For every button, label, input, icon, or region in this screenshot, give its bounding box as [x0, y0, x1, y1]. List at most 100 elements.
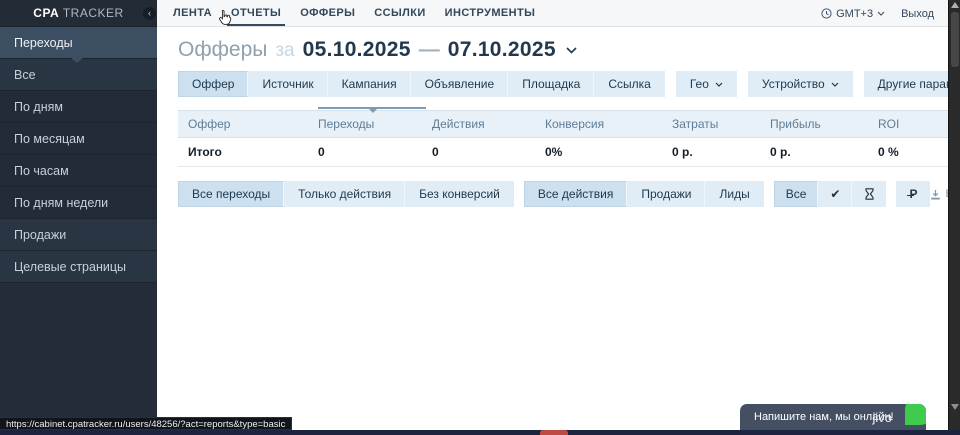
actions-filter-group: Все действия Продажи Лиды [524, 181, 764, 207]
report-preposition: за [275, 40, 294, 62]
status-filter-approved[interactable]: ✔ [818, 181, 852, 207]
col-costs[interactable]: Затраты [662, 111, 760, 137]
date-from[interactable]: 05.10.2025 [303, 38, 411, 62]
tab-links[interactable]: ССЫЛКИ [374, 1, 425, 25]
filter-other-params[interactable]: Другие параметры [864, 71, 960, 97]
sidebar-item-by-days[interactable]: По дням [0, 91, 157, 123]
traffic-filter-all[interactable]: Все переходы [178, 181, 284, 207]
logout-link[interactable]: Выход [901, 8, 934, 20]
scrollbar-up-arrow-icon[interactable] [951, 2, 959, 8]
total-profit: 0 р. [760, 138, 868, 166]
dimension-tabs: Оффер Источник Кампания Объявление Площа… [178, 71, 665, 97]
sidebar-header: CPA TRACKER ‹ [0, 0, 157, 27]
col-actions[interactable]: Действия [422, 111, 535, 137]
dim-tab-source[interactable]: Источник [248, 71, 327, 97]
report-title: Офферы за 05.10.2025 — 07.10.2025 [178, 38, 948, 62]
traffic-filter-no-conversions[interactable]: Без конверсий [405, 181, 514, 207]
traffic-filter-group: Все переходы Только действия Без конверс… [178, 181, 514, 207]
table-header-row: Оффер Переходы Действия Конверсия Затрат… [178, 110, 948, 138]
actions-filter-all[interactable]: Все действия [524, 181, 627, 207]
clock-icon [821, 8, 832, 19]
chevron-down-icon [715, 82, 723, 87]
sidebar-item-by-hours[interactable]: По часам [0, 155, 157, 187]
filter-geo[interactable]: Гео [676, 71, 737, 97]
sidebar-item-by-weekdays[interactable]: По дням недели [0, 187, 157, 219]
logo-rest: TRACKER [59, 6, 123, 20]
sidebar: CPA TRACKER ‹ Переходы Все По дням По ме… [0, 0, 157, 435]
total-label: Итого [178, 138, 308, 166]
sidebar-item-transitions[interactable]: Переходы [0, 27, 157, 59]
sidebar-item-label: По часам [14, 164, 69, 178]
timezone-label: GMT+3 [836, 8, 873, 20]
sidebar-item-landing-pages[interactable]: Целевые страницы [0, 251, 157, 283]
total-transitions: 0 [308, 138, 422, 166]
col-offer[interactable]: Оффер [178, 111, 308, 137]
sidebar-item-label: Продажи [14, 228, 66, 242]
currency-toggle-rub[interactable]: Р [896, 181, 930, 207]
download-icon [930, 189, 941, 200]
scrollbar-down-arrow-icon[interactable] [951, 404, 959, 410]
col-profit[interactable]: Прибыль [760, 111, 868, 137]
total-roi: 0 % [868, 138, 948, 166]
top-navigation: ЛЕНТА ОТЧЕТЫ ОФФЕРЫ ССЫЛКИ ИНСТРУМЕНТЫ G… [157, 0, 948, 27]
logo-bold: CPA [33, 6, 59, 20]
sidebar-item-label: По дням недели [14, 196, 108, 210]
table-row-total: Итого 0 0 0% 0 р. 0 р. 0 % [178, 138, 948, 167]
filter-device[interactable]: Устройство [748, 71, 853, 97]
report-entity-label: Офферы [178, 38, 267, 62]
filter-device-label: Устройство [762, 77, 825, 91]
col-conversion[interactable]: Конверсия [535, 111, 662, 137]
sidebar-item-label: Все [14, 68, 36, 82]
taskbar-edge [0, 430, 960, 435]
dim-tab-platform[interactable]: Площадка [508, 71, 594, 97]
status-filter-group: Все ✔ [774, 181, 887, 207]
chat-message: Напишите нам, мы онлайн! [740, 411, 894, 423]
statusbar-url-tooltip: https://cabinet.cpatracker.ru/users/4825… [0, 417, 292, 430]
scrollbar[interactable] [948, 0, 960, 435]
traffic-filter-actions-only[interactable]: Только действия [284, 181, 405, 207]
sidebar-item-label: Целевые страницы [14, 260, 126, 274]
date-range-dropdown[interactable] [566, 47, 577, 54]
actions-filter-sales[interactable]: Продажи [627, 181, 705, 207]
sidebar-item-by-months[interactable]: По месяцам [0, 123, 157, 155]
taskbar-accent [540, 430, 568, 435]
jivo-brand-label: jivo [872, 410, 892, 425]
col-roi[interactable]: ROI [868, 111, 948, 137]
chevron-down-icon [831, 82, 839, 87]
sidebar-collapse-icon[interactable]: ‹ [143, 7, 156, 20]
sidebar-item-label: По дням [14, 100, 63, 114]
status-filter-pending[interactable] [852, 181, 886, 207]
date-separator: — [419, 38, 440, 62]
app-logo: CPA TRACKER [33, 6, 123, 20]
dim-tab-link[interactable]: Ссылка [594, 71, 664, 97]
chevron-down-icon [566, 47, 577, 54]
dim-tab-offer[interactable]: Оффер [178, 71, 248, 97]
actions-filter-leads[interactable]: Лиды [705, 181, 763, 207]
dim-tab-ad[interactable]: Объявление [411, 71, 509, 97]
timezone-selector[interactable]: GMT+3 [821, 8, 885, 20]
check-icon: ✔ [830, 187, 840, 201]
date-to[interactable]: 07.10.2025 [448, 38, 556, 62]
total-actions: 0 [422, 138, 535, 166]
status-filter-all[interactable]: Все [774, 181, 819, 207]
scrollbar-thumb[interactable] [951, 12, 959, 67]
ruble-icon: Р [909, 187, 917, 201]
sidebar-item-all[interactable]: Все [0, 59, 157, 91]
report-content: Офферы за 05.10.2025 — 07.10.2025 Оффер … [157, 27, 948, 207]
tab-reports[interactable]: ОТЧЕТЫ [231, 1, 281, 25]
hourglass-icon [865, 188, 874, 200]
dimension-filter-row: Оффер Источник Кампания Объявление Площа… [178, 71, 948, 97]
tab-offers[interactable]: ОФФЕРЫ [300, 1, 355, 25]
tab-feed[interactable]: ЛЕНТА [173, 1, 212, 25]
sidebar-item-label: По месяцам [14, 132, 85, 146]
report-table: Оффер Переходы Действия Конверсия Затрат… [178, 110, 948, 167]
sort-indicator [318, 107, 426, 109]
tab-tools[interactable]: ИНСТРУМЕНТЫ [445, 1, 536, 25]
filter-geo-label: Гео [690, 77, 709, 91]
jivo-chat-widget[interactable]: Напишите нам, мы онлайн! jivo [740, 404, 926, 430]
dim-tab-campaign[interactable]: Кампания [328, 71, 411, 97]
sidebar-item-sales[interactable]: Продажи [0, 219, 157, 251]
col-transitions[interactable]: Переходы [308, 111, 422, 137]
total-costs: 0 р. [662, 138, 760, 166]
main-area: ЛЕНТА ОТЧЕТЫ ОФФЕРЫ ССЫЛКИ ИНСТРУМЕНТЫ G… [157, 0, 948, 435]
